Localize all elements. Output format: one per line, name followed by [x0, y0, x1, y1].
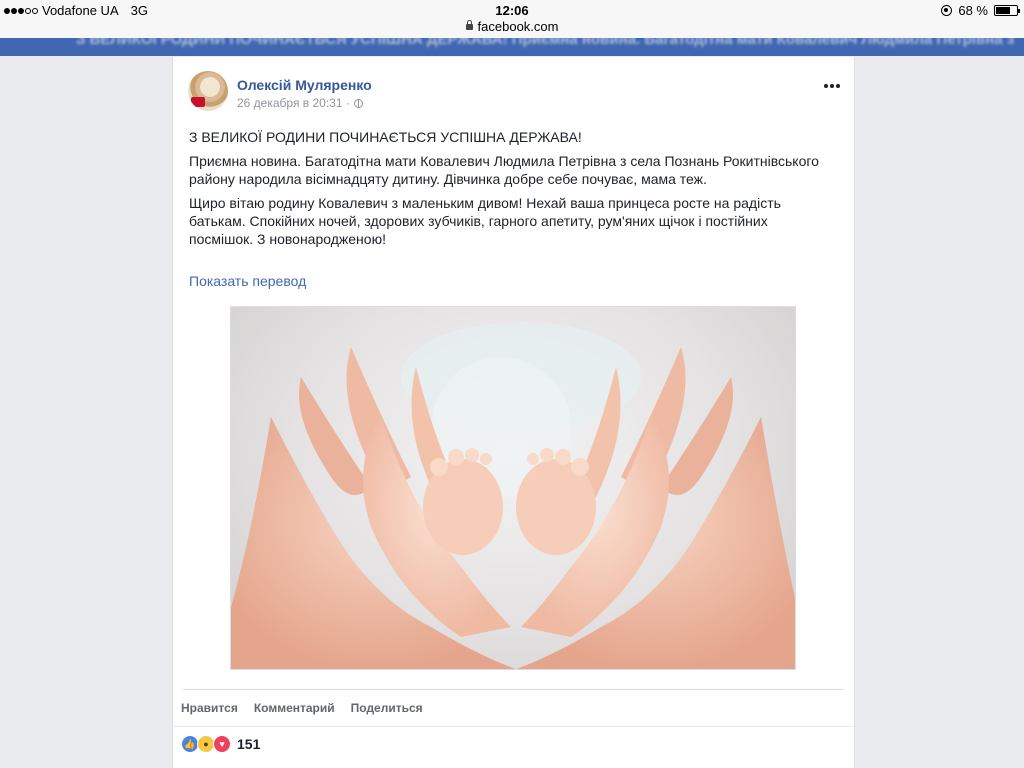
- address-bar[interactable]: facebook.com: [0, 20, 1024, 38]
- post-timestamp[interactable]: 26 декабря в 20:31 ·: [237, 96, 350, 110]
- post-paragraph: З ВЕЛИКОЇ РОДИНИ ПОЧИНАЄТЬСЯ УСПІШНА ДЕР…: [189, 129, 582, 145]
- share-button[interactable]: Поделиться: [351, 701, 423, 715]
- facebook-header: З ВЕЛИКОЇ РОДИНИ ПОЧИНАЄТЬСЯ УСПІШНА ДЕР…: [0, 38, 1024, 56]
- reactions-summary[interactable]: 👍 ● ♥ 151: [181, 735, 260, 753]
- like-button[interactable]: Нравится: [181, 701, 238, 715]
- divider: [183, 689, 844, 690]
- love-reaction-icon: ♥: [213, 735, 231, 753]
- reaction-count: 151: [237, 736, 261, 752]
- post-body: З ВЕЛИКОЇ РОДИНИ ПОЧИНАЄТЬСЯ УСПІШНА ДЕР…: [189, 128, 829, 254]
- status-bar: Vodafone UA 3G 12:06 68 %: [0, 0, 1024, 20]
- post-actions: Нравится Комментарий Поделиться: [181, 701, 423, 715]
- battery-percent: 68 %: [958, 3, 988, 18]
- orientation-lock-icon: [941, 5, 953, 16]
- divider: [173, 726, 854, 727]
- badge-icon: [191, 97, 205, 107]
- battery-icon: [994, 5, 1020, 16]
- post-author[interactable]: Олексій Муляренко: [237, 77, 372, 93]
- comment-button[interactable]: Комментарий: [254, 701, 335, 715]
- status-right: 68 %: [941, 3, 1020, 18]
- url-domain: facebook.com: [477, 19, 559, 34]
- post-paragraph: Щиро вітаю родину Ковалевич з маленьким …: [189, 195, 781, 247]
- show-translation-link[interactable]: Показать перевод: [189, 273, 306, 289]
- post-card: Олексій Муляренко 26 декабря в 20:31 · З…: [172, 57, 855, 768]
- clock: 12:06: [495, 3, 529, 18]
- more-options-icon[interactable]: [824, 84, 840, 88]
- post-meta: 26 декабря в 20:31 ·: [237, 96, 363, 110]
- blurred-header-text: З ВЕЛИКОЇ РОДИНИ ПОЧИНАЄТЬСЯ УСПІШНА ДЕР…: [76, 38, 1016, 48]
- lock-icon: [465, 20, 473, 30]
- baby-feet-in-hands-photo-icon: [231, 322, 795, 669]
- avatar[interactable]: [188, 71, 228, 111]
- post-photo[interactable]: [230, 306, 796, 670]
- post-paragraph: Приємна новина. Багатодітна мати Ковалев…: [189, 153, 819, 187]
- globe-icon: [353, 98, 363, 108]
